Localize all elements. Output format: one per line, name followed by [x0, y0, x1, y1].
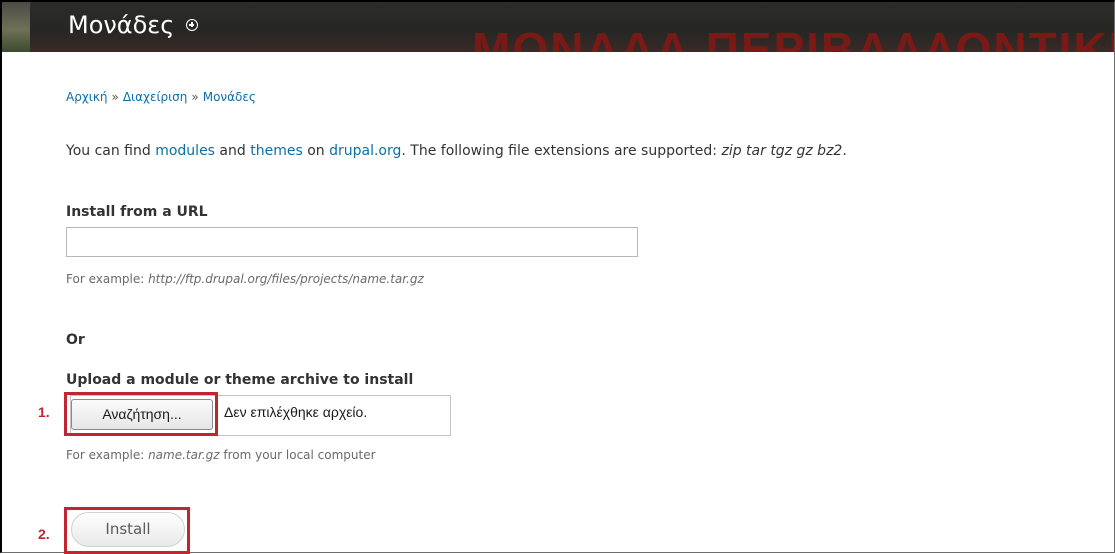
add-shortcut-icon[interactable] [186, 19, 199, 31]
intro-text: You can find modules and themes on drupa… [66, 143, 847, 159]
upload-hint-suffix: from your local computer [219, 448, 376, 462]
install-url-hint: For example: http://ftp.drupal.org/files… [66, 272, 424, 286]
drupal-org-link[interactable]: drupal.org [329, 143, 401, 159]
install-url-label: Install from a URL [66, 204, 208, 220]
browse-button[interactable]: Αναζήτηση... [71, 399, 213, 430]
install-url-hint-prefix: For example: [66, 272, 149, 286]
supported-extensions: zip tar tgz gz bz2 [721, 143, 843, 159]
breadcrumb-separator: » [111, 90, 119, 104]
upload-hint-example: name.tar.gz [148, 448, 220, 462]
page-title: Μονάδες [68, 11, 175, 39]
install-url-hint-example: http://ftp.drupal.org/files/projects/nam… [148, 272, 424, 286]
breadcrumb-home-link[interactable]: Αρχική [66, 90, 108, 104]
left-stripe [2, 52, 26, 552]
page-header: ΜΟΝΑΔΑ ΠΕΡΙΒΑΛΛΟΝΤΙΚΗΣ Μονάδες [2, 2, 1114, 52]
intro-suffix: . The following file extensions are supp… [401, 143, 722, 159]
intro-end: . [842, 143, 847, 159]
upload-hint: For example: name.tar.gz from your local… [66, 448, 376, 462]
intro-on: on [302, 143, 330, 159]
themes-link[interactable]: themes [250, 143, 303, 159]
breadcrumb-modules-link[interactable]: Μονάδες [203, 90, 256, 104]
file-upload-row: 1. Αναζήτηση... Δεν επιλέχθηκε αρχείο. [38, 392, 540, 438]
or-label: Or [66, 332, 85, 348]
step-1-marker: 1. [38, 404, 50, 420]
intro-prefix: You can find [66, 143, 156, 159]
install-url-input[interactable] [66, 227, 638, 257]
step-2-marker: 2. [38, 526, 50, 542]
header-background-image [2, 2, 30, 52]
upload-label: Upload a module or theme archive to inst… [66, 372, 414, 388]
breadcrumb: Αρχική» Διαχείριση» Μονάδες [66, 90, 256, 104]
breadcrumb-admin-link[interactable]: Διαχείριση [123, 90, 188, 104]
intro-and: and [214, 143, 251, 159]
no-file-selected-text: Δεν επιλέχθηκε αρχείο. [224, 404, 368, 420]
modules-link[interactable]: modules [155, 143, 215, 159]
header-background-banner-text: ΜΟΝΑΔΑ ΠΕΡΙΒΑΛΛΟΝΤΙΚΗΣ [472, 23, 1114, 52]
breadcrumb-separator: » [191, 90, 199, 104]
upload-hint-prefix: For example: [66, 448, 149, 462]
header-title-group: Μονάδες [68, 10, 199, 40]
install-button[interactable]: Install [71, 512, 185, 547]
